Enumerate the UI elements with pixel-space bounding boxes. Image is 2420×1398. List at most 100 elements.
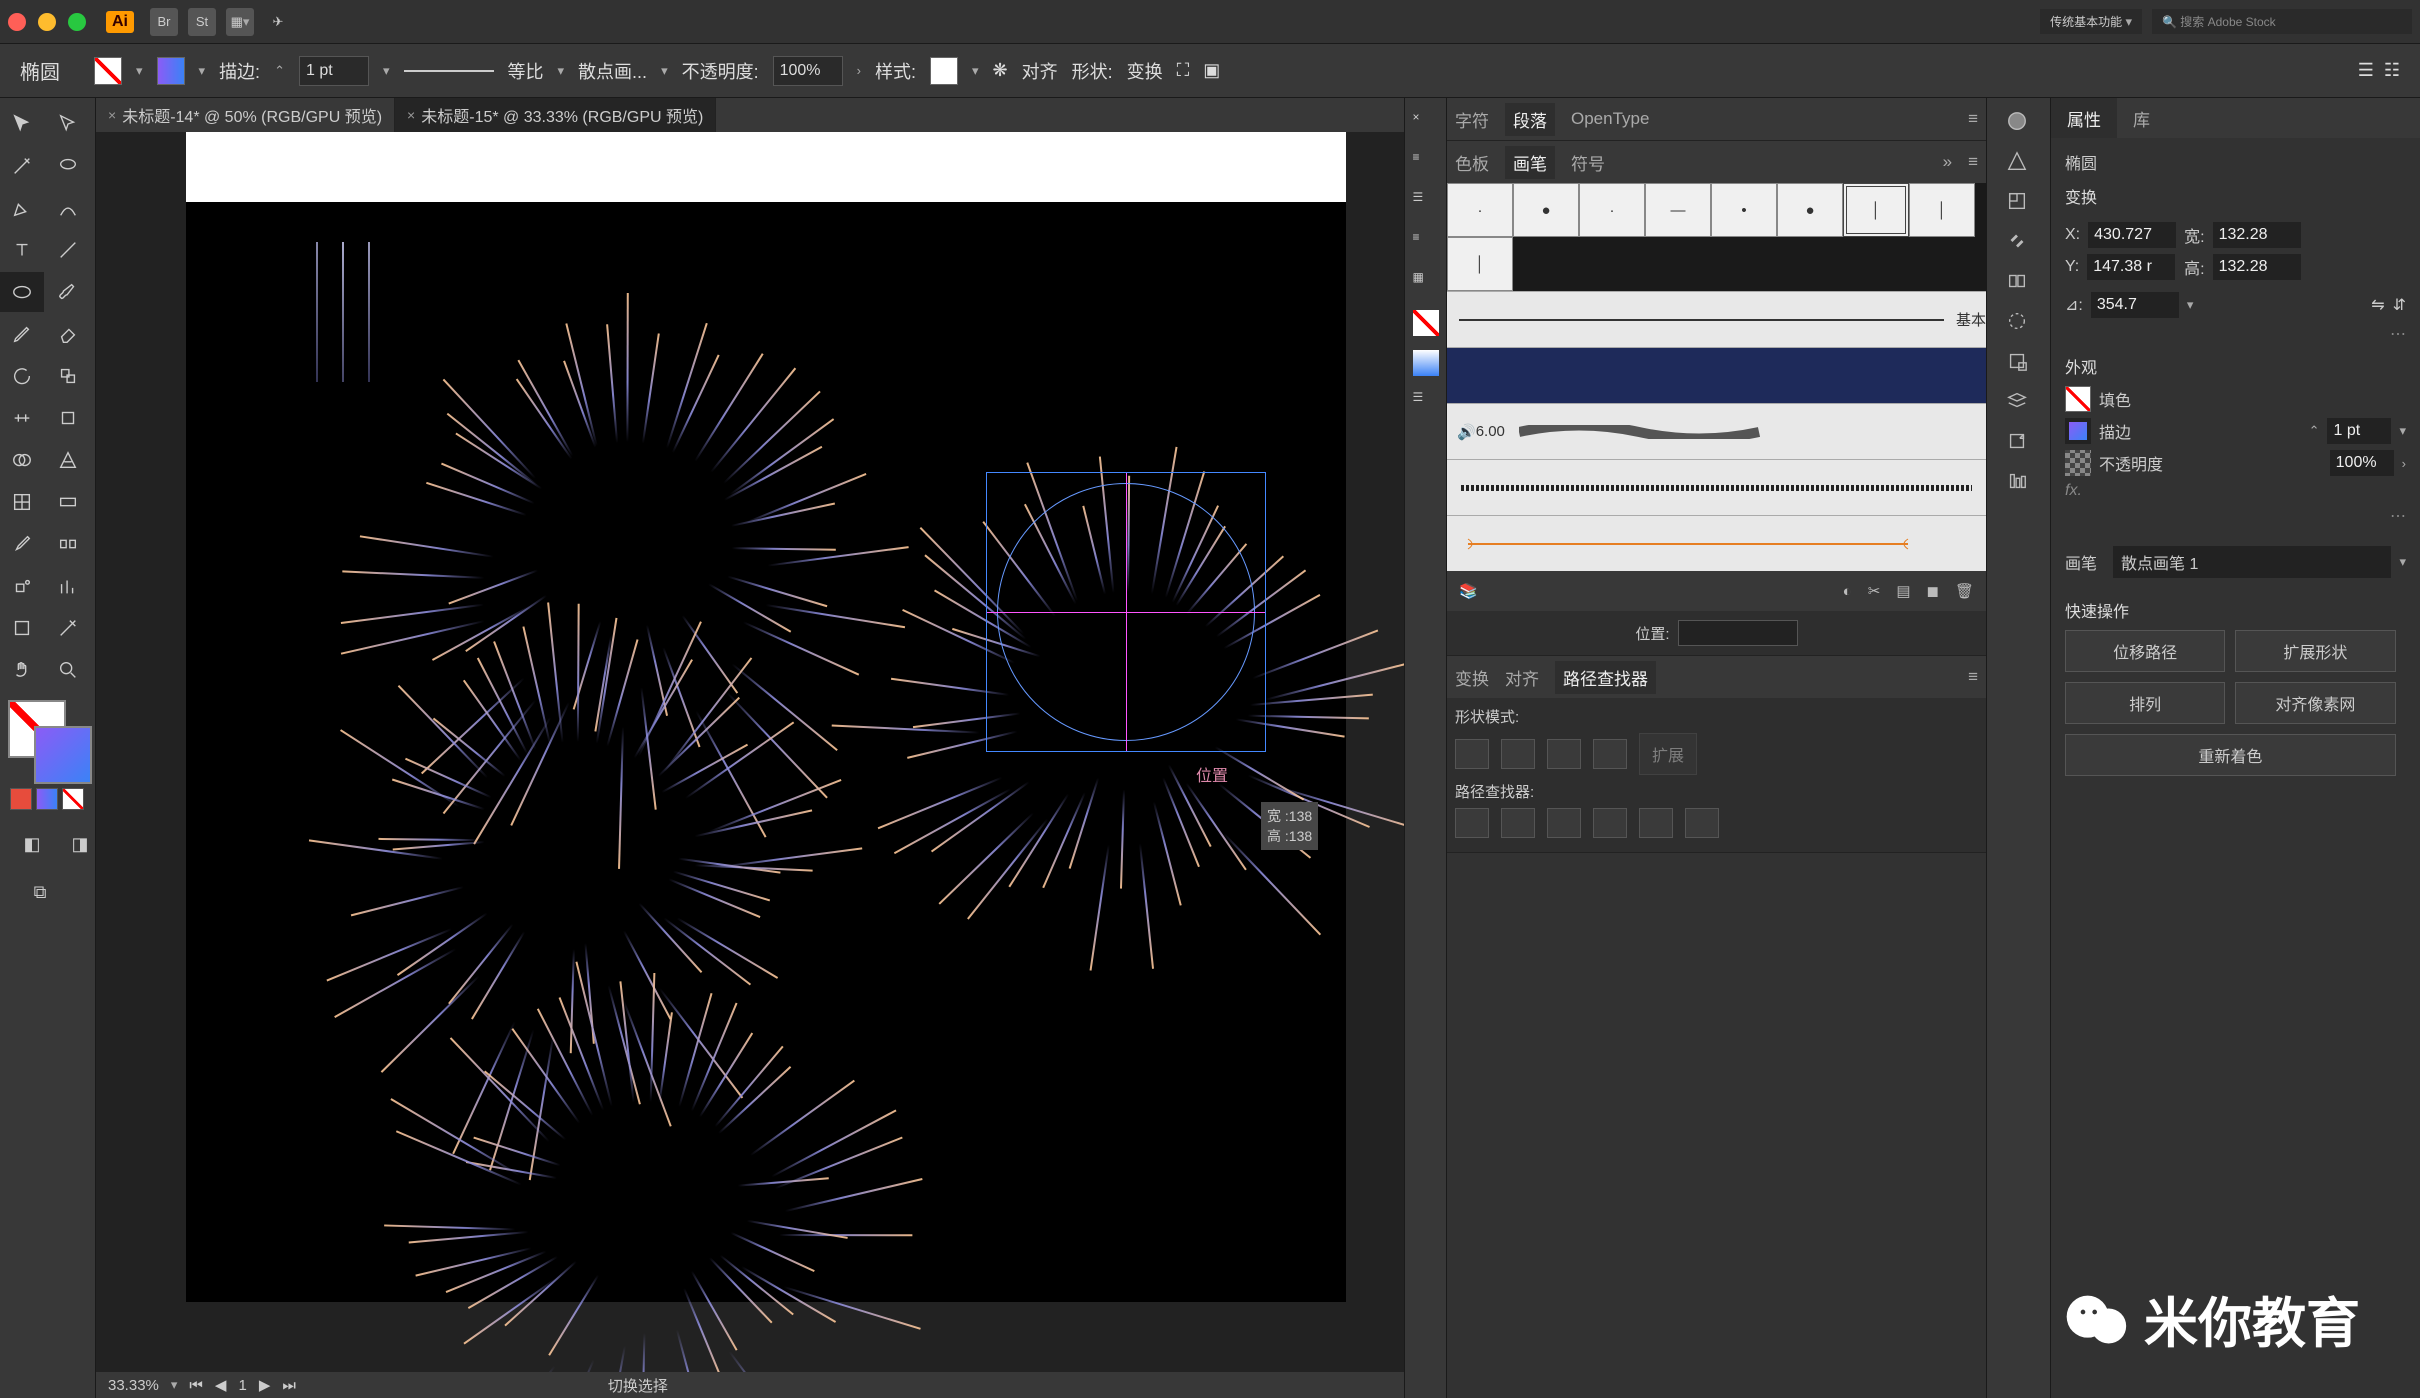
tab-opentype[interactable]: OpenType [1571,109,1649,129]
curvature-tool[interactable] [46,188,90,228]
selection-tool[interactable] [0,104,44,144]
arrange-docs-icon[interactable]: ▦ ▾ [226,8,254,36]
export-icon[interactable] [2006,430,2032,456]
flip-h-icon[interactable]: ⇋ [2371,295,2384,315]
outline-icon[interactable] [1639,808,1673,838]
nav-first-icon[interactable]: ⏮ [189,1377,203,1394]
y-input[interactable] [2087,254,2175,280]
brush-thumb[interactable]: ● [1777,183,1843,237]
brush-thumb[interactable]: · [1579,183,1645,237]
w-input[interactable] [2213,222,2301,248]
exclude-icon[interactable] [1593,739,1627,769]
isolate-icon[interactable]: ⛶ [1177,60,1190,81]
stroke-profile[interactable] [404,70,494,72]
align-left-icon[interactable]: ≡ [1413,150,1439,176]
pen-tool[interactable] [0,188,44,228]
symbol-sprayer-tool[interactable] [0,566,44,606]
brush-thumb[interactable]: │ [1909,183,1975,237]
recolor-button[interactable]: 重新着色 [2065,734,2396,776]
brush-options-icon[interactable]: ▤ [1896,582,1910,600]
document-tab-1[interactable]: ×未标题-15* @ 33.33% (RGB/GPU 预览) [395,98,716,132]
stroke-stepper[interactable]: ⌃ [274,63,285,79]
fill-swatch[interactable] [94,57,122,85]
bridge-icon[interactable]: Br [150,8,178,36]
minus-front-icon[interactable] [1501,739,1535,769]
new-brush-icon[interactable]: ◼ [1927,582,1939,600]
hand-tool[interactable] [0,650,44,690]
tab-swatches[interactable]: 色板 [1455,150,1489,175]
paintbrush-tool[interactable] [46,272,90,312]
brush-thumb[interactable]: ● [1513,183,1579,237]
doc-setup-icon[interactable]: ☰ [2358,60,2374,81]
merge-icon[interactable] [1547,808,1581,838]
clip-icon[interactable]: ▣ [1203,60,1220,81]
x-input[interactable] [2088,222,2176,248]
type-tool[interactable] [0,230,44,270]
expand-icon[interactable]: » [1943,152,1952,172]
align-center-icon[interactable]: ☰ [1413,190,1439,216]
rotate-tool[interactable] [0,356,44,396]
blend-tool[interactable] [46,524,90,564]
libraries-icon[interactable] [2006,470,2032,496]
free-transform-tool[interactable] [46,398,90,438]
gpu-icon[interactable]: ✈ [264,8,292,36]
direct-selection-tool[interactable] [46,104,90,144]
stroke-swatch[interactable] [2065,418,2091,444]
stroke-indicator[interactable] [34,726,92,784]
align-right-icon[interactable]: ≡ [1413,230,1439,256]
trim-icon[interactable] [1501,808,1535,838]
color-mode-icon[interactable] [10,788,32,810]
column-graph-tool[interactable] [46,566,90,606]
expand-shape-button[interactable]: 扩展形状 [2235,630,2395,672]
brush-thumb-selected[interactable]: │ [1843,183,1909,237]
tab-pathfinder[interactable]: 路径查找器 [1555,661,1656,694]
asset-export-icon[interactable] [2006,350,2032,376]
mesh-tool[interactable] [0,482,44,522]
line-tool[interactable] [46,230,90,270]
brush-thumb[interactable]: • [1711,183,1777,237]
gradient-swatch-icon[interactable] [1413,350,1439,376]
brush-row-basic[interactable]: 基本 [1447,291,1986,347]
recolor-icon[interactable]: ❋ [993,60,1008,81]
brush-row-pattern[interactable] [1447,347,1986,403]
more-options-icon[interactable]: ⋯ [2065,506,2406,526]
ellipse-tool[interactable] [0,272,44,312]
attributes-icon[interactable]: ☰ [1413,390,1439,416]
proportion-label[interactable]: 等比 [508,58,544,84]
color-panel-icon[interactable] [2006,110,2032,136]
zoom-icon[interactable] [68,13,86,31]
crop-icon[interactable] [1593,808,1627,838]
none-mode-icon[interactable] [62,788,84,810]
brush-select[interactable]: 散点画笔 1 [2113,546,2391,578]
divide-icon[interactable] [1455,808,1489,838]
brush-library-icon[interactable]: 📚 [1459,582,1478,600]
stroke-weight-input[interactable] [299,56,369,86]
tab-brushes[interactable]: 画笔 [1505,146,1555,179]
panel-menu-icon[interactable]: ≡ [1968,152,1978,172]
selection-bbox[interactable] [986,472,1266,752]
opacity-swatch[interactable] [2065,450,2091,476]
flip-v-icon[interactable]: ⇵ [2393,295,2406,315]
gradient-mode-icon[interactable] [36,788,58,810]
brush-position-select[interactable] [1678,620,1798,646]
nav-prev-icon[interactable]: ◀ [215,1376,227,1394]
artboard-tool[interactable] [0,608,44,648]
close-tab-icon[interactable]: × [108,107,116,123]
search-stock-input[interactable]: 🔍 搜索 Adobe Stock [2152,9,2412,34]
brush-def-select[interactable]: 散点画... [578,58,647,84]
css-prop-icon[interactable] [2006,190,2032,216]
intersect-icon[interactable] [1547,739,1581,769]
perspective-tool[interactable] [46,440,90,480]
align-button[interactable]: 对齐 [1022,58,1058,84]
page-number[interactable]: 1 [238,1377,246,1394]
remove-stroke-icon[interactable]: ✂ [1868,582,1881,600]
gradient-tool[interactable] [46,482,90,522]
tab-paragraph[interactable]: 段落 [1505,103,1555,136]
opacity-input[interactable] [2330,450,2394,476]
canvas[interactable]: 位置 宽 :138高 :138 [96,132,1404,1372]
fx-icon[interactable]: fx. [2065,482,2082,500]
none-swatch-icon[interactable] [1413,310,1439,336]
checker-icon[interactable]: ▦ [1413,270,1439,296]
shape-builder-tool[interactable] [0,440,44,480]
screen-mode-button[interactable]: ⧉ [0,872,80,912]
